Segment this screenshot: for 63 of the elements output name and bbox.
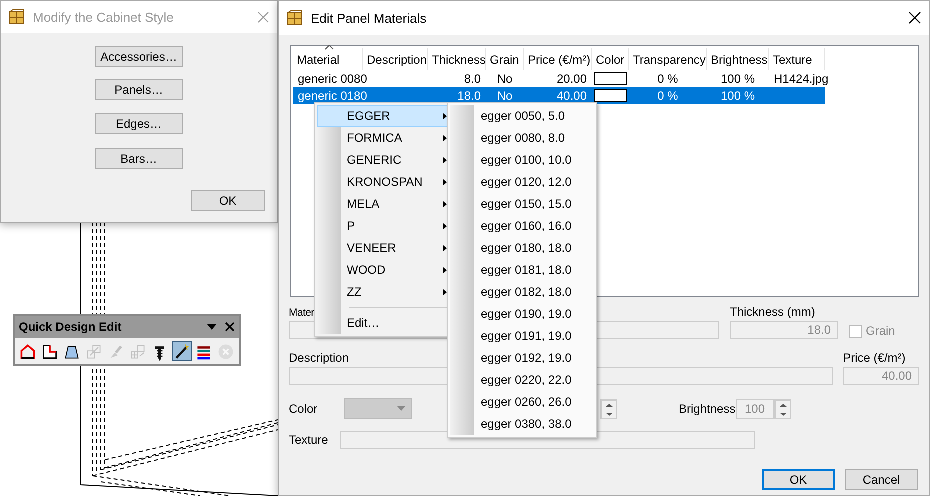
column-header[interactable]: Transparency [629, 48, 707, 70]
table-cell-text: 0 % [656, 72, 680, 86]
submenu-arrow-icon [443, 200, 447, 208]
field-label: Mater [289, 307, 314, 319]
field-label: Thickness (mm) [730, 305, 816, 319]
dialog-button[interactable]: Bars… [95, 148, 183, 169]
table-cell-text: 20.00 [556, 72, 588, 86]
column-header[interactable]: Description [363, 48, 428, 70]
field-label: Texture [289, 433, 330, 447]
table-cell-text: No [496, 88, 514, 102]
dialog-button[interactable]: Edges… [95, 113, 183, 134]
close-icon[interactable] [909, 12, 921, 24]
column-header[interactable]: Thickness [428, 48, 486, 70]
field-label: Description [289, 351, 350, 365]
menu-item[interactable]: egger 0260, 26.0 [450, 391, 594, 413]
column-header[interactable]: Grain [486, 48, 524, 70]
dialog-button[interactable]: Cancel [845, 469, 918, 490]
table-cell-text: 18.0 [456, 88, 482, 102]
table-row[interactable]: generic 0180 18.0 No 40.00 0 % 100 % [293, 87, 825, 104]
field-label: Price (€/m²) [843, 351, 906, 365]
menu-item[interactable]: egger 0380, 38.0 [450, 413, 594, 435]
dialog-button[interactable]: OK [762, 469, 835, 490]
ok-button[interactable]: OK [191, 190, 265, 211]
dialog-button[interactable]: Panels… [95, 79, 183, 100]
cabinet-icon [9, 9, 25, 25]
window-title: Modify the Cabinet Style [33, 10, 175, 24]
submenu-arrow-icon [443, 178, 447, 186]
submenu-arrow-icon [443, 288, 447, 296]
column-header[interactable]: Texture [769, 48, 825, 70]
submenu-arrow-icon [443, 112, 447, 120]
toolbar-title: Quick Design Edit [19, 320, 123, 334]
table-cell-text: 100 % [720, 72, 756, 86]
color-dropdown[interactable] [344, 398, 412, 419]
dialog-button[interactable]: Accessories… [95, 46, 183, 67]
menu-item[interactable]: egger 0220, 22.0 [450, 369, 594, 391]
table-cell-text: 8.0 [463, 72, 482, 86]
dropdown-icon[interactable] [207, 324, 217, 330]
spinner-arrows-icon[interactable] [774, 398, 791, 418]
column-header[interactable]: Material [293, 48, 363, 70]
cabinet-icon [287, 10, 303, 26]
column-header[interactable]: Price (€/m²) [524, 48, 592, 70]
submenu-arrow-icon [443, 156, 447, 164]
grain-checkbox[interactable] [849, 324, 862, 338]
submenu-arrow-icon [443, 222, 447, 230]
table-cell-text: 40.00 [556, 88, 588, 102]
table-cell-text: No [496, 72, 514, 86]
column-header[interactable]: Color [592, 48, 629, 70]
field-label: Brightness [679, 402, 736, 416]
close-icon[interactable] [225, 322, 235, 332]
wand-icon[interactable] [172, 341, 192, 361]
spinner-arrows-icon[interactable] [600, 398, 617, 418]
column-header[interactable]: Brightness [707, 48, 769, 70]
submenu-arrow-icon [443, 244, 447, 252]
menu-item[interactable]: egger 0192, 19.0 [450, 347, 594, 369]
submenu-arrow-icon [443, 134, 447, 142]
sort-icon [325, 45, 334, 50]
window-title: Edit Panel Materials [311, 10, 428, 26]
table-cell-text: 100 % [720, 88, 756, 102]
submenu-arrow-icon [443, 266, 447, 274]
table-cell-text: 0 % [656, 88, 680, 102]
field-label: Color [289, 402, 319, 416]
dropdown-icon [397, 406, 406, 411]
checkbox-label: Grain [866, 324, 896, 338]
